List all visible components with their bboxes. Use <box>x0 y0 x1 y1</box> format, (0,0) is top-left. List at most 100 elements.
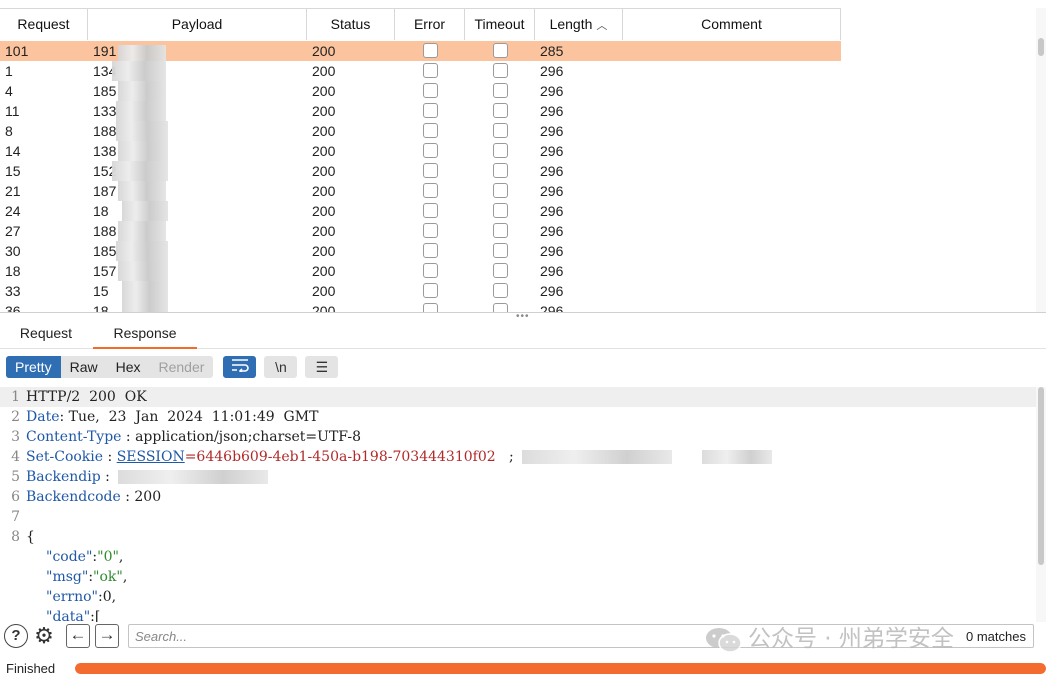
timeout-checkbox[interactable] <box>492 83 508 98</box>
raw-button[interactable]: Raw <box>61 356 107 378</box>
timeout-checkbox[interactable] <box>492 223 508 238</box>
cell-length: 296 <box>540 263 564 279</box>
table-row[interactable]: 4 185 200 296 <box>0 81 841 101</box>
column-header-error[interactable]: Error <box>395 9 465 40</box>
forward-arrow-icon[interactable]: → <box>95 624 119 648</box>
redacted-block <box>118 45 166 61</box>
cell-status: 200 <box>312 183 336 199</box>
timeout-checkbox[interactable] <box>492 303 508 312</box>
timeout-checkbox[interactable] <box>492 243 508 258</box>
error-checkbox[interactable] <box>422 103 438 118</box>
newline-icon[interactable]: \n <box>264 356 298 378</box>
editor-line: 7 <box>11 509 20 525</box>
column-header-payload[interactable]: Payload <box>88 9 307 40</box>
table-row[interactable]: 101 191 200 285 <box>0 41 841 61</box>
tab-response[interactable]: Response <box>93 321 197 349</box>
error-checkbox[interactable] <box>422 163 438 178</box>
sort-ascending-icon: ︿ <box>596 20 608 32</box>
editor-scrollbar-thumb[interactable] <box>1038 387 1044 565</box>
error-checkbox[interactable] <box>422 143 438 158</box>
timeout-checkbox[interactable] <box>492 43 508 58</box>
help-icon[interactable]: ? <box>4 624 28 648</box>
timeout-checkbox[interactable] <box>492 203 508 218</box>
error-checkbox[interactable] <box>422 83 438 98</box>
payload-text: 188 <box>93 123 117 139</box>
editor-scrollbar[interactable] <box>1036 387 1046 622</box>
column-header-comment[interactable]: Comment <box>623 9 841 40</box>
table-row[interactable]: 33 15 200 296 <box>0 281 841 301</box>
error-checkbox[interactable] <box>422 63 438 78</box>
timeout-checkbox[interactable] <box>492 263 508 278</box>
cell-status: 200 <box>312 63 336 79</box>
table-row[interactable]: 21 187 200 296 <box>0 181 841 201</box>
table-scrollbar[interactable] <box>1036 8 1046 312</box>
wrap-lines-icon[interactable] <box>223 356 257 378</box>
table-row[interactable]: 14 138 200 296 <box>0 141 841 161</box>
table-row[interactable]: 11 133 200 296 <box>0 101 841 121</box>
editor-line: 5 Backendip : <box>0 467 1036 487</box>
error-checkbox[interactable] <box>422 283 438 298</box>
gear-icon[interactable]: ⚙ <box>32 624 56 648</box>
timeout-checkbox[interactable] <box>492 183 508 198</box>
column-header-request[interactable]: Request <box>0 9 88 40</box>
column-header-status[interactable]: Status <box>307 9 395 40</box>
cell-status: 200 <box>312 243 336 259</box>
timeout-checkbox[interactable] <box>492 123 508 138</box>
error-checkbox[interactable] <box>422 243 438 258</box>
table-scrollbar-thumb[interactable] <box>1038 38 1044 56</box>
view-mode-switch: Pretty Raw Hex Render <box>6 356 214 378</box>
cell-status: 200 <box>312 43 336 59</box>
error-checkbox[interactable] <box>422 43 438 58</box>
tab-request[interactable]: Request <box>0 321 92 347</box>
cell-request: 15 <box>5 163 21 179</box>
cell-payload: 157 <box>88 261 307 281</box>
hex-button[interactable]: Hex <box>107 356 150 378</box>
cell-error <box>395 61 465 81</box>
timeout-checkbox[interactable] <box>492 103 508 118</box>
cell-request: 33 <box>5 283 21 299</box>
redacted-block <box>112 61 166 81</box>
error-checkbox[interactable] <box>422 303 438 312</box>
cell-status: 200 <box>312 83 336 99</box>
table-row[interactable]: 30 185 200 296 <box>0 241 841 261</box>
timeout-checkbox[interactable] <box>492 163 508 178</box>
cell-comment <box>623 241 841 261</box>
cell-comment <box>623 81 841 101</box>
cell-length: 296 <box>540 303 564 312</box>
wechat-logo-icon <box>706 627 742 653</box>
render-button[interactable]: Render <box>150 356 214 378</box>
pretty-button[interactable]: Pretty <box>6 356 61 378</box>
table-row[interactable]: 1 134 200 296 <box>0 61 841 81</box>
payload-text: 18 <box>93 203 109 219</box>
editor-line: 4 Set-Cookie : SESSION=6446b609-4eb1-450… <box>0 447 1036 467</box>
cell-timeout <box>465 121 535 141</box>
editor-line: 2 Date: Tue, 23 Jan 2024 11:01:49 GMT <box>11 409 319 425</box>
redacted-block <box>118 470 269 484</box>
column-header-length[interactable]: Length ︿ <box>535 9 623 40</box>
table-row[interactable]: 24 18 200 296 <box>0 201 841 221</box>
error-checkbox[interactable] <box>422 203 438 218</box>
back-arrow-icon[interactable]: ← <box>66 624 90 648</box>
error-checkbox[interactable] <box>422 123 438 138</box>
splitter-handle-icon[interactable]: ••• <box>516 312 530 322</box>
menu-icon[interactable]: ☰ <box>305 356 339 378</box>
cell-status: 200 <box>312 123 336 139</box>
cell-length: 296 <box>540 283 564 299</box>
table-row[interactable]: 36 18 200 296 <box>0 301 841 312</box>
timeout-checkbox[interactable] <box>492 283 508 298</box>
error-checkbox[interactable] <box>422 223 438 238</box>
timeout-checkbox[interactable] <box>492 63 508 78</box>
cell-comment <box>623 181 841 201</box>
error-checkbox[interactable] <box>422 263 438 278</box>
table-row[interactable]: 15 152 200 296 <box>0 161 841 181</box>
timeout-checkbox[interactable] <box>492 143 508 158</box>
table-row[interactable]: 27 188 200 296 <box>0 221 841 241</box>
response-editor[interactable]: 1 HTTP/2 200 OK 2 Date: Tue, 23 Jan 2024… <box>0 387 1036 622</box>
table-row[interactable]: 18 157 200 296 <box>0 261 841 281</box>
table-row[interactable]: 8 188 200 296 <box>0 121 841 141</box>
cell-payload: 152 <box>88 161 307 181</box>
error-checkbox[interactable] <box>422 183 438 198</box>
payload-text: 133 <box>93 103 117 119</box>
column-header-timeout[interactable]: Timeout <box>465 9 535 40</box>
redacted-block <box>112 161 168 181</box>
